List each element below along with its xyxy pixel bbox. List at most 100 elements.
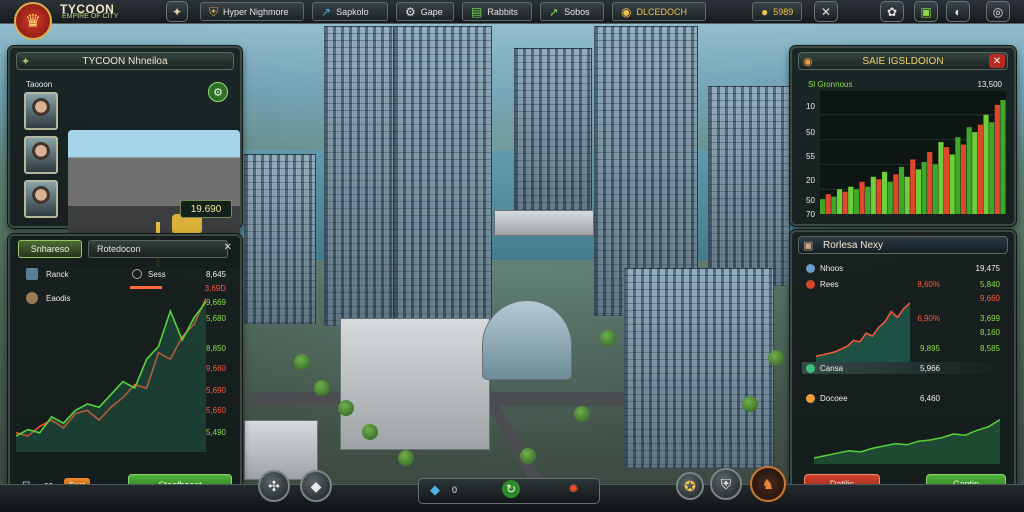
bar [898, 166, 905, 214]
toggle-icon[interactable] [132, 269, 142, 279]
bar [944, 147, 950, 214]
glass-dome [482, 300, 572, 380]
chart-value: 13,500 [977, 80, 1002, 89]
avatar[interactable] [24, 180, 58, 218]
topbar-item-6[interactable]: ◉ DLCEDOCH [612, 2, 706, 21]
bar [927, 152, 933, 214]
sub-label: Sess [148, 270, 166, 279]
close-button[interactable]: ✕ [989, 54, 1005, 68]
close-icon[interactable]: ✕ [224, 242, 232, 253]
bar [910, 159, 916, 214]
fan-icon[interactable]: ✣ [258, 470, 290, 502]
close-icon[interactable]: ✕ [814, 1, 838, 22]
panel-header: ◉ SAIE IGSLDOION ✕ [798, 52, 1008, 70]
bar [949, 154, 955, 214]
armor-icon[interactable]: ⛨ [710, 468, 742, 500]
topbar-item-5[interactable]: ➚ Sobos [540, 2, 604, 21]
skyscraper [244, 154, 316, 324]
coin-icon: ◉ [621, 4, 632, 19]
bar [870, 176, 876, 214]
row-label: Ranck [46, 270, 69, 279]
fire-icon[interactable]: ✹ [568, 481, 579, 497]
trend-icon: ↗ [321, 4, 332, 19]
gold-icon: ● [761, 4, 769, 19]
bar [904, 176, 910, 214]
emblem-icon[interactable]: ♞ [750, 466, 786, 502]
tree [520, 448, 536, 464]
trophy-icon[interactable]: ✪ [676, 472, 704, 500]
sales-bar-chart [820, 90, 1006, 214]
stat-value: 5,660 [205, 406, 226, 415]
settings-icon[interactable]: ✿ [880, 1, 904, 22]
gear-icon: ⚙ [405, 4, 416, 19]
bar [932, 164, 938, 214]
bar [960, 144, 967, 214]
avatar[interactable] [24, 92, 58, 130]
chart-icon: ▤ [471, 4, 483, 19]
skyscraper [394, 26, 492, 356]
row-label: Docoee [820, 394, 848, 403]
bar [989, 122, 995, 214]
panel-tag: Taooon [26, 80, 53, 89]
gem-icon[interactable]: ◆ [430, 482, 440, 498]
tab-active[interactable]: Snhareso [18, 240, 82, 258]
stat-value: 5,680 [205, 314, 226, 323]
leaf-icon[interactable]: ✦ [166, 1, 188, 22]
tree [314, 380, 330, 396]
bar [853, 189, 860, 214]
topbar-item-4[interactable]: ▤ Rabbits [462, 2, 532, 21]
coin-icon: ◉ [803, 55, 813, 68]
bar [972, 132, 978, 214]
panel-header: ▣ Rorlesa Nexy [798, 236, 1008, 254]
progress-line [130, 286, 162, 289]
portrait-icon: ▣ [803, 239, 814, 252]
stat-value: 8,585 [979, 344, 1000, 353]
chart-subtitle: Sl Gronnous [808, 80, 853, 89]
skybridge [494, 210, 594, 236]
topbar-item-7[interactable]: ● 5989 [752, 2, 802, 21]
badge-icon[interactable]: ⚙ [208, 82, 228, 102]
map-icon[interactable]: ▣ [914, 1, 938, 22]
stat-value: 5,690 [205, 386, 226, 395]
sun-icon [806, 394, 815, 403]
crown-icon[interactable]: ♛ [14, 2, 52, 40]
stock-chart [16, 298, 206, 452]
chat-icon[interactable]: ◎ [986, 1, 1010, 22]
topbar-label: DLCEDOCH [636, 6, 687, 17]
bar [831, 196, 837, 214]
refresh-icon[interactable]: ↻ [502, 480, 520, 498]
skyscraper [324, 26, 394, 326]
topbar-item-2[interactable]: ↗ Sapkolo [312, 2, 388, 21]
skyscraper [514, 48, 592, 218]
stat-value: 9,895 [919, 344, 940, 353]
market-area-chart [816, 302, 910, 362]
crystal-icon[interactable]: ◆ [300, 470, 332, 502]
stat-value: 5,840 [979, 280, 1000, 289]
topbar-item-3[interactable]: ⚙ Gape [396, 2, 454, 21]
topbar-item-1[interactable]: ⛨ Hyper Nighmore [200, 2, 304, 21]
fire-icon [806, 280, 815, 289]
leaf-icon [806, 364, 815, 373]
row-value: 6,460 [919, 394, 940, 403]
bar [938, 142, 944, 214]
tree [362, 424, 378, 440]
gem-count: 0 [452, 485, 458, 495]
top-bar: ♛ TYCOON EMPIRE OF CITY ✦ ⛨ Hyper Nighmo… [0, 0, 1024, 40]
stat-value: 8,645 [205, 270, 226, 279]
bar [836, 189, 843, 214]
y-tick: 10 [806, 102, 815, 111]
tab-inactive[interactable]: Rotedocon [88, 240, 228, 258]
tree [742, 396, 758, 412]
row-total: 19,475 [975, 264, 1000, 273]
tree [600, 330, 616, 346]
skyscraper [708, 86, 790, 286]
globe-icon [806, 264, 815, 273]
skyscraper [624, 268, 774, 468]
avatar[interactable] [24, 136, 58, 174]
shield-icon: ✦ [21, 55, 31, 68]
row-label: Nhoos [820, 264, 844, 273]
shield-icon: ⛨ [209, 4, 219, 19]
profile-icon[interactable]: ◐ [946, 1, 970, 22]
topbar-label: Sapkolo [336, 6, 369, 17]
bar [983, 114, 989, 214]
